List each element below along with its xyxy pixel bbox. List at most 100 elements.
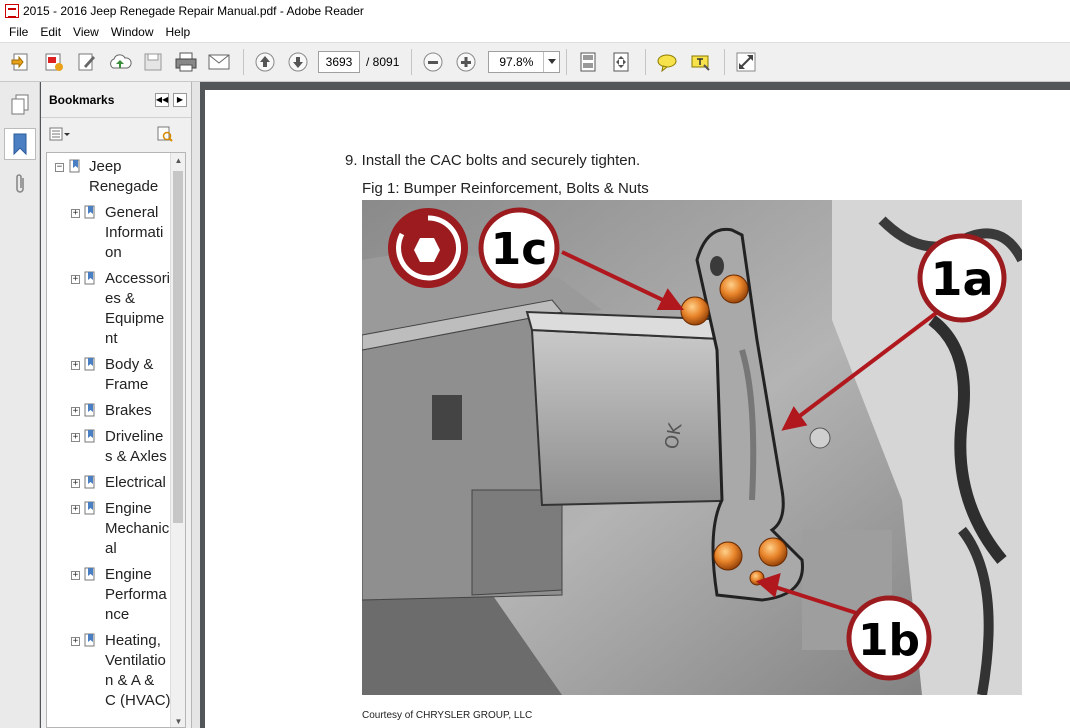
navigation-rail (0, 82, 40, 728)
collapse-root-icon[interactable]: − (55, 163, 64, 172)
menu-file[interactable]: File (3, 23, 34, 41)
page-down-icon[interactable] (283, 47, 313, 77)
bookmark-label-line: n & A & (105, 672, 155, 689)
bookmark-label-line: Mechanic (105, 520, 170, 537)
bookmark-label-line: Equipme (105, 310, 165, 327)
create-pdf-icon[interactable] (6, 47, 36, 77)
highlight-icon[interactable] (685, 47, 715, 77)
toolbar-separator (645, 49, 647, 75)
bookmark-item[interactable]: Electrical (105, 473, 166, 493)
expand-bookmark-icon[interactable]: + (71, 505, 80, 514)
callout-1b-label: 1b (858, 615, 920, 666)
bookmark-item[interactable]: Engine Mechanic al (105, 499, 169, 559)
page-thumbnails-icon[interactable] (4, 88, 36, 120)
comment-icon[interactable] (652, 47, 682, 77)
expand-bookmark-icon[interactable]: + (71, 479, 80, 488)
bookmark-label-line: Renegade (89, 178, 159, 195)
bookmark-label-line: Jeep (89, 158, 122, 175)
bookmark-label-line: Ventilatio (105, 652, 166, 669)
edit-icon[interactable] (72, 47, 102, 77)
email-icon[interactable] (204, 47, 234, 77)
page-number-input[interactable]: 3693 (318, 51, 360, 73)
title-bar: 2015 - 2016 Jeep Renegade Repair Manual.… (0, 0, 1070, 22)
bookmark-icon (69, 159, 80, 173)
expand-panel-icon[interactable]: ▶ (173, 92, 187, 107)
bookmark-icon (84, 403, 95, 417)
bookmark-icon (84, 475, 95, 489)
bookmark-label-line: Informati (105, 224, 164, 241)
fit-page-icon[interactable] (573, 47, 603, 77)
bookmarks-tree[interactable]: ▲ ▼ − Jeep Renegade + General Informati on + Acc… (46, 152, 186, 728)
save-icon[interactable] (138, 47, 168, 77)
bookmark-item[interactable]: Heating, Ventilatio n & A & C (HVAC) (105, 631, 171, 711)
pdf-app-icon (5, 4, 19, 18)
zoom-out-icon[interactable] (418, 47, 448, 77)
bookmark-item[interactable]: Engine Performa nce (105, 565, 167, 625)
expand-bookmark-icon[interactable]: + (71, 407, 80, 416)
menu-edit[interactable]: Edit (34, 23, 67, 41)
bookmark-item[interactable]: General Informati on (105, 203, 163, 263)
bookmark-label-line: Engine (105, 500, 152, 517)
bookmark-label-line: nce (105, 606, 130, 623)
bookmark-item[interactable]: Accessori es & Equipme nt (105, 269, 170, 349)
menu-window[interactable]: Window (105, 23, 160, 41)
chevron-down-icon[interactable] (543, 52, 559, 72)
bookmarks-panel-icon[interactable] (4, 128, 36, 160)
bookmark-search-icon[interactable] (157, 126, 181, 142)
toolbar-separator (566, 49, 568, 75)
bookmark-icon (84, 633, 95, 647)
bookmark-label-line: al (105, 540, 117, 557)
bookmark-label-line: Heating, (105, 632, 161, 649)
bookmark-icon (84, 205, 95, 219)
options-menu-icon[interactable] (49, 126, 73, 142)
bookmark-label-line: Brakes (105, 402, 152, 419)
expand-icon[interactable] (731, 47, 761, 77)
bookmark-icon (84, 501, 95, 515)
panel-splitter[interactable] (192, 82, 200, 728)
bookmarks-header: Bookmarks ◀◀ ▶ (41, 82, 191, 118)
zoom-in-icon[interactable] (451, 47, 481, 77)
bookmark-label-line: on (105, 244, 122, 261)
print-icon[interactable] (171, 47, 201, 77)
attachments-paperclip-icon[interactable] (4, 168, 36, 200)
bookmarks-tools (41, 118, 191, 150)
bookmarks-scrollbar[interactable]: ▲ ▼ (170, 153, 185, 727)
menu-bar: File Edit View Window Help (0, 22, 1070, 42)
expand-bookmark-icon[interactable]: + (71, 275, 80, 284)
bookmark-root[interactable]: Jeep Renegade (89, 157, 158, 197)
upload-cloud-icon[interactable] (105, 47, 135, 77)
expand-bookmark-icon[interactable]: + (71, 433, 80, 442)
expand-bookmark-icon[interactable]: + (71, 637, 80, 646)
bookmark-item[interactable]: Brakes (105, 401, 152, 421)
expand-bookmark-icon[interactable]: + (71, 209, 80, 218)
bookmarks-title: Bookmarks (49, 92, 115, 107)
export-pdf-icon[interactable] (39, 47, 69, 77)
document-area: 9. Install the CAC bolts and securely ti… (200, 82, 1070, 728)
collapse-panel-icon[interactable]: ◀◀ (155, 92, 169, 107)
callout-1c-label: 1c (491, 224, 548, 275)
toolbar-separator (724, 49, 726, 75)
fit-width-icon[interactable] (606, 47, 636, 77)
bookmark-icon (84, 429, 95, 443)
bookmark-label-line: Engine (105, 566, 152, 583)
expand-bookmark-icon[interactable]: + (71, 571, 80, 580)
bookmark-label-line: nt (105, 330, 118, 347)
bookmarks-panel: Bookmarks ◀◀ ▶ ▲ ▼ − Jeep Renegade + General… (41, 82, 192, 728)
zoom-select[interactable]: 97.8% (488, 51, 561, 73)
bookmark-label-line: Accessori (105, 270, 171, 287)
window-title: 2015 - 2016 Jeep Renegade Repair Manual.… (23, 4, 364, 18)
menu-help[interactable]: Help (160, 23, 197, 41)
scrollbar-thumb[interactable] (173, 171, 183, 523)
expand-bookmark-icon[interactable]: + (71, 361, 80, 370)
page-total: / 8091 (366, 55, 400, 69)
bookmark-label-line: Driveline (105, 428, 164, 445)
bookmark-label-line: s & Axles (105, 448, 167, 465)
bookmark-item[interactable]: Body & Frame (105, 355, 153, 395)
page-up-icon[interactable] (250, 47, 280, 77)
menu-view[interactable]: View (67, 23, 105, 41)
bookmark-item[interactable]: Driveline s & Axles (105, 427, 167, 467)
bookmark-icon (84, 357, 95, 371)
callout-1a-label: 1a (930, 252, 993, 306)
scroll-down-icon[interactable]: ▼ (171, 714, 185, 727)
scroll-up-icon[interactable]: ▲ (171, 153, 185, 168)
